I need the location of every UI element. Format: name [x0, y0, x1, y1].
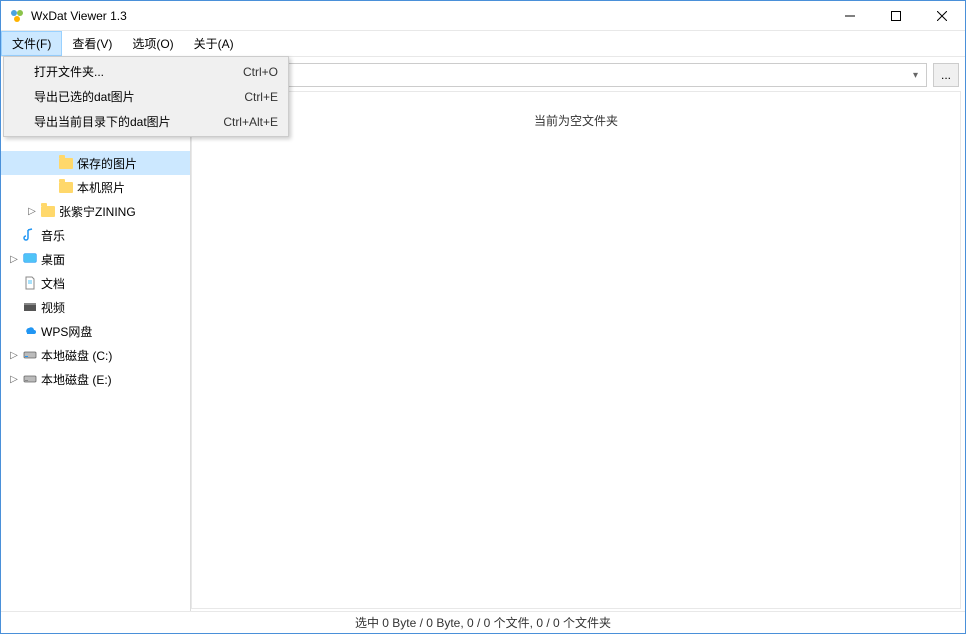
tree-item-label: 保存的图片 [77, 155, 137, 172]
menu-view[interactable]: 查看(V) [62, 31, 122, 56]
window-controls [827, 1, 965, 30]
tree-item-disk-e[interactable]: ▷ 本地磁盘 (E:) [1, 367, 190, 391]
tree-item-wps-cloud[interactable]: WPS网盘 [1, 319, 190, 343]
status-text: 选中 0 Byte / 0 Byte, 0 / 0 个文件, 0 / 0 个文件… [355, 614, 611, 631]
music-icon [21, 228, 39, 242]
tree-item-label: WPS网盘 [41, 323, 92, 340]
close-button[interactable] [919, 1, 965, 30]
disk-icon [21, 372, 39, 386]
menubar: 文件(F) 查看(V) 选项(O) 关于(A) 打开文件夹... Ctrl+O … [1, 31, 965, 57]
content-area: 保存的图片 本机照片 ▷ 张紫宁ZINING 音乐 ▷ 桌面 文档 [1, 89, 965, 611]
tree-item-label: 本地磁盘 (E:) [41, 371, 112, 388]
tree-item-label: 文档 [41, 275, 65, 292]
tree-item-desktop[interactable]: ▷ 桌面 [1, 247, 190, 271]
minimize-button[interactable] [827, 1, 873, 30]
tree-item-label: 本地磁盘 (C:) [41, 347, 112, 364]
chevron-right-icon[interactable]: ▷ [7, 374, 21, 385]
app-icon [9, 8, 25, 24]
tree-item-label: 音乐 [41, 227, 65, 244]
chevron-right-icon[interactable]: ▷ [7, 350, 21, 361]
tree-item-documents[interactable]: 文档 [1, 271, 190, 295]
menu-item-label: 导出已选的dat图片 [34, 88, 135, 105]
tree-item-disk-c[interactable]: ▷ 本地磁盘 (C:) [1, 343, 190, 367]
disk-icon [21, 348, 39, 362]
video-icon [21, 300, 39, 314]
tree-item-music[interactable]: 音乐 [1, 223, 190, 247]
tree-item-local-photos[interactable]: 本机照片 [1, 175, 190, 199]
tree-item-videos[interactable]: 视频 [1, 295, 190, 319]
menu-export-current[interactable]: 导出当前目录下的dat图片 Ctrl+Alt+E [6, 109, 286, 134]
folder-icon [57, 158, 75, 169]
sidebar-tree[interactable]: 保存的图片 本机照片 ▷ 张紫宁ZINING 音乐 ▷ 桌面 文档 [1, 89, 191, 611]
window-title: WxDat Viewer 1.3 [31, 9, 827, 23]
viewer-area: 当前为空文件夹 [191, 91, 961, 609]
menu-options[interactable]: 选项(O) [122, 31, 183, 56]
tree-item-label: 张紫宁ZINING [59, 203, 136, 220]
tree-item-label: 本机照片 [77, 179, 125, 196]
menu-item-label: 导出当前目录下的dat图片 [34, 113, 171, 130]
document-icon [21, 276, 39, 290]
empty-folder-message: 当前为空文件夹 [534, 112, 618, 608]
cloud-icon [21, 324, 39, 338]
menu-item-shortcut: Ctrl+O [243, 65, 278, 79]
menu-open-folder[interactable]: 打开文件夹... Ctrl+O [6, 59, 286, 84]
file-menu-dropdown: 打开文件夹... Ctrl+O 导出已选的dat图片 Ctrl+E 导出当前目录… [3, 56, 289, 137]
menu-item-shortcut: Ctrl+Alt+E [223, 115, 278, 129]
menu-file[interactable]: 文件(F) [1, 31, 62, 56]
desktop-icon [21, 252, 39, 266]
statusbar: 选中 0 Byte / 0 Byte, 0 / 0 个文件, 0 / 0 个文件… [1, 611, 965, 633]
folder-icon [57, 182, 75, 193]
main-panel: 当前为空文件夹 [191, 89, 965, 611]
menu-about[interactable]: 关于(A) [184, 31, 244, 56]
titlebar: WxDat Viewer 1.3 [1, 1, 965, 31]
menu-item-label: 打开文件夹... [34, 63, 104, 80]
tree-item-saved-pictures[interactable]: 保存的图片 [1, 151, 190, 175]
menu-export-selected[interactable]: 导出已选的dat图片 Ctrl+E [6, 84, 286, 109]
tree-item-zining[interactable]: ▷ 张紫宁ZINING [1, 199, 190, 223]
folder-icon [39, 206, 57, 217]
chevron-right-icon[interactable]: ▷ [7, 254, 21, 265]
tree-item-label: 桌面 [41, 251, 65, 268]
chevron-right-icon[interactable]: ▷ [25, 206, 39, 217]
maximize-button[interactable] [873, 1, 919, 30]
browse-button[interactable]: ... [933, 63, 959, 87]
chevron-down-icon[interactable]: ▾ [909, 70, 922, 81]
menu-item-shortcut: Ctrl+E [244, 90, 278, 104]
tree-item-label: 视频 [41, 299, 65, 316]
